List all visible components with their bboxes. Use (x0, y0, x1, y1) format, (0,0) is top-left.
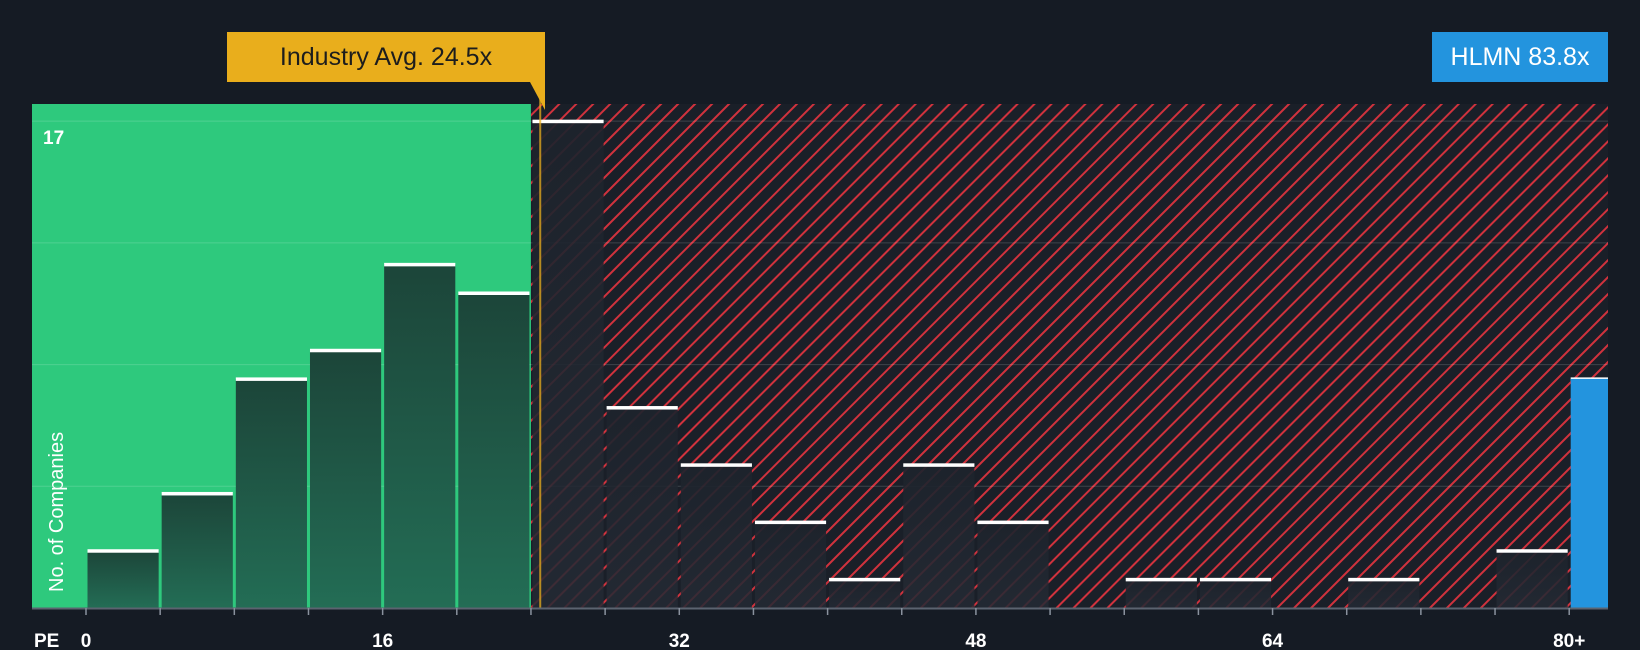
histogram-bar (532, 121, 604, 608)
pe-distribution-chart: 0 16 32 48 64 80+ 17 No. of Companies PE (32, 82, 1609, 650)
histogram-bar-cap (1125, 577, 1197, 582)
histogram-bar (458, 293, 530, 608)
histogram-bar (754, 522, 827, 608)
histogram-bar-cap (309, 348, 382, 353)
y-axis-label: No. of Companies (46, 432, 68, 592)
histogram-bar-cap (532, 119, 604, 124)
industry-average-label: Industry Avg. 24.5x (279, 42, 493, 71)
histogram-bar-cap (1348, 577, 1420, 582)
histogram-bar-cap (903, 463, 975, 467)
histogram-bar (384, 264, 456, 608)
histogram-bar (87, 550, 159, 608)
histogram-bar (1125, 579, 1197, 608)
histogram-bar (903, 464, 975, 608)
histogram-bar (1496, 550, 1568, 608)
histogram-bar-cap (829, 577, 901, 582)
x-tick-label: 0 (81, 631, 92, 650)
histogram-bar-cap (384, 262, 456, 267)
histogram-bar-cap (235, 377, 307, 381)
company-pe-label: HLMN 83.8x (1450, 42, 1590, 71)
histogram-bar (1199, 579, 1272, 608)
x-tick-label: 48 (965, 631, 986, 650)
histogram-bar-cap (458, 291, 530, 295)
histogram-bar (606, 407, 678, 608)
histogram-bar-cap (680, 463, 752, 467)
x-axis-ticks: 0 16 32 48 64 80+ (81, 608, 1585, 650)
histogram-bar-cap (606, 406, 678, 410)
histogram-bar-cap (977, 520, 1049, 525)
x-tick-label: 64 (1262, 631, 1284, 650)
x-tick-label: 32 (669, 631, 690, 650)
histogram-bar (977, 522, 1049, 608)
industry-average-callout: Industry Avg. 24.5x (227, 32, 545, 82)
y-axis-max-label: 17 (43, 128, 64, 149)
histogram-bar (161, 493, 233, 608)
x-tick-label: 80+ (1553, 631, 1585, 650)
company-bar (1570, 378, 1608, 608)
histogram-bar (680, 464, 752, 608)
histogram-bar-cap (1496, 549, 1568, 553)
x-axis-label: PE (34, 631, 59, 650)
histogram-bar-cap (87, 549, 159, 553)
histogram-bar-cap (1199, 577, 1272, 582)
histogram-bar (1348, 579, 1420, 608)
histogram-bar (309, 350, 382, 608)
x-tick-label: 16 (372, 631, 393, 650)
histogram-bar (829, 579, 901, 608)
histogram-bar-cap (754, 520, 827, 525)
company-pe-callout: HLMN 83.8x (1432, 32, 1608, 82)
histogram-bar (235, 378, 307, 608)
histogram-bar-cap (161, 491, 233, 496)
